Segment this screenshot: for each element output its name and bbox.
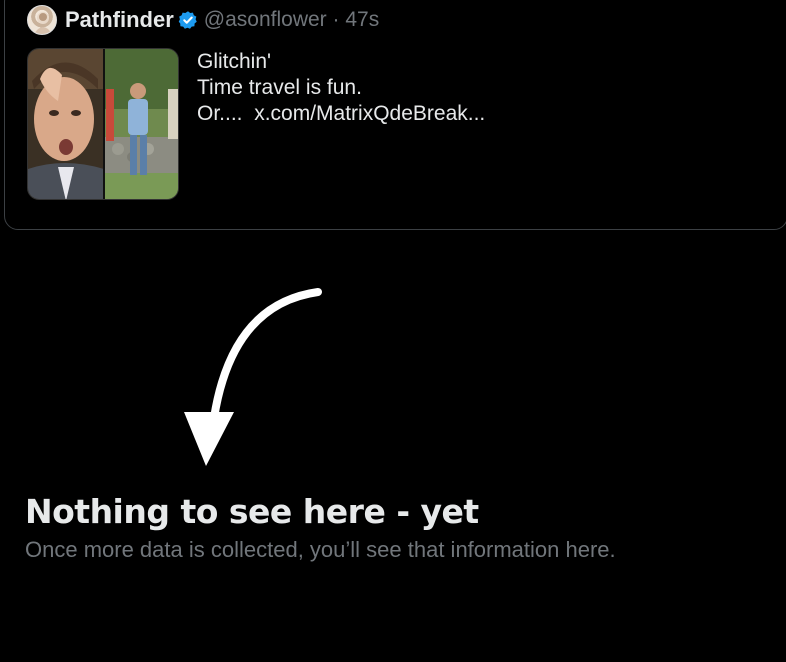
tweet-text-line: Glitchin' <box>197 50 272 73</box>
quoted-tweet-card[interactable]: Pathfinder @asonflower · 47s Glitchin' T… <box>4 0 786 230</box>
tweet-media-thumbnail[interactable] <box>27 48 179 200</box>
avatar-icon[interactable] <box>27 5 57 35</box>
empty-state-subtitle: Once more data is collected, you’ll see … <box>25 537 616 562</box>
tweet-text-line: Time travel is fun. <box>197 76 362 99</box>
tweet-header: Pathfinder @asonflower · 47s <box>27 4 379 36</box>
author-name[interactable]: Pathfinder <box>65 7 174 33</box>
tweet-text-fragment: Or.... <box>197 102 243 125</box>
handle-and-timestamp[interactable]: @asonflower · 47s <box>204 8 379 32</box>
tweet-text-line: Or.... x.com/MatrixQdeBreak... <box>197 101 485 127</box>
curved-arrow-down-icon <box>170 280 330 475</box>
empty-state-title: Nothing to see here - yet <box>25 492 479 531</box>
verified-badge-icon <box>178 10 198 30</box>
tweet-link[interactable]: x.com/MatrixQdeBreak... <box>254 102 485 125</box>
tweet-text: Glitchin' Time travel is fun. Or.... x.c… <box>197 49 485 127</box>
